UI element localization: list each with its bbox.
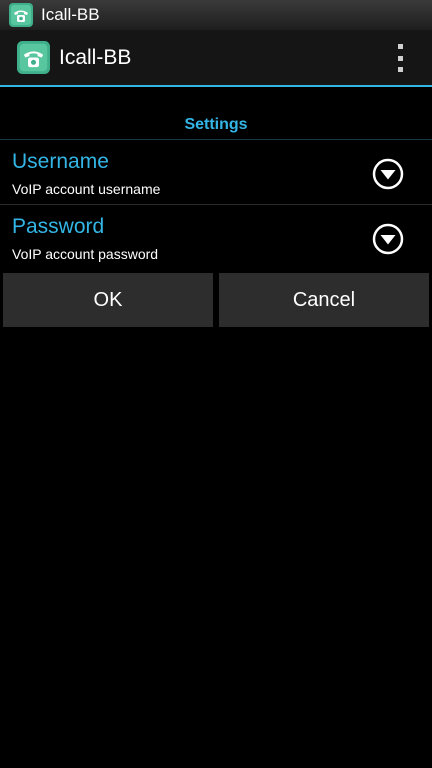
password-preference[interactable]: Password VoIP account password [0, 205, 432, 269]
dropdown-circle-icon [372, 158, 404, 190]
dropdown-circle-icon [372, 223, 404, 255]
overflow-dot [397, 55, 403, 61]
status-bar: Icall-BB [0, 0, 432, 30]
ok-button[interactable]: OK [3, 273, 213, 327]
username-summary: VoIP account username [12, 181, 161, 197]
action-bar-title: Icall-BB [59, 45, 132, 69]
password-summary: VoIP account password [12, 246, 159, 262]
action-bar: Icall-BB [0, 30, 432, 85]
phone-app-icon [9, 3, 33, 27]
overflow-menu-icon[interactable] [390, 44, 410, 72]
status-bar-title: Icall-BB [41, 5, 100, 24]
settings-header: Settings [184, 116, 248, 133]
button-bar: OK Cancel [0, 273, 432, 328]
password-title: Password [12, 215, 105, 238]
username-title: Username [12, 150, 109, 173]
action-bar-accent-line [0, 85, 432, 87]
overflow-dot [397, 44, 403, 49]
username-preference[interactable]: Username VoIP account username [0, 140, 432, 204]
cancel-button[interactable]: Cancel [219, 273, 429, 327]
phone-app-icon[interactable] [17, 41, 50, 74]
overflow-dot [397, 67, 403, 72]
